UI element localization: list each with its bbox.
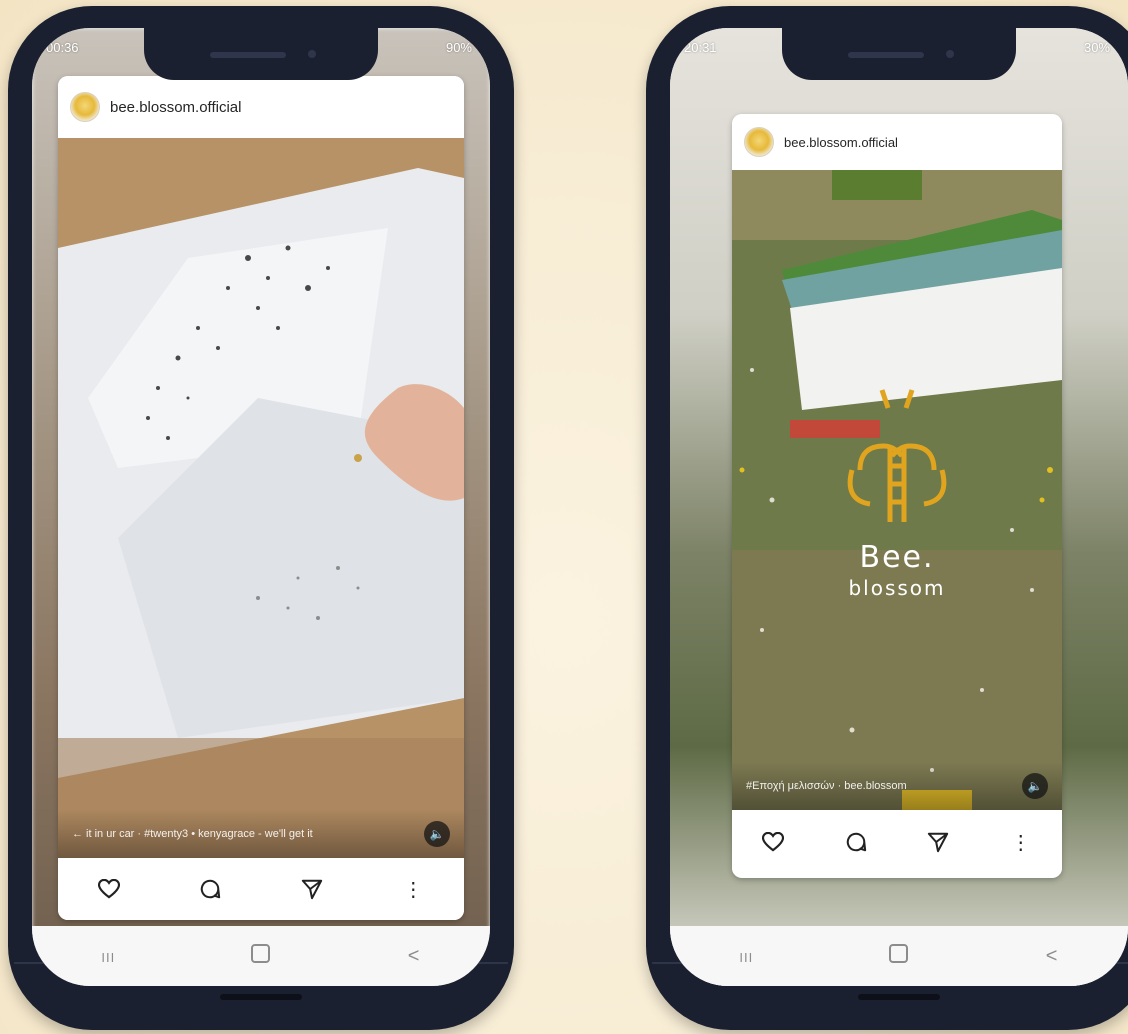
back-button[interactable]: < [394,945,434,968]
phone-left: 00:36 90% bee.blossom.official ← it in u… [8,6,514,1030]
back-button[interactable]: < [1032,945,1072,968]
share-icon [928,832,949,853]
notch [782,28,1016,80]
post-card: bee.blossom.official [732,114,1062,878]
username[interactable]: bee.blossom.official [784,135,898,150]
status-time: 20:31 [684,40,717,55]
music-text: #Εποχή μελισσών · bee.blossom [746,780,907,792]
phone-screen: 20:31 30% bee.blossom.official Bee. blos… [670,28,1128,986]
recents-icon: III [739,949,754,965]
status-battery: 90% [445,40,472,55]
share-icon [301,879,322,900]
android-navbar: III < [32,926,490,986]
recents-button[interactable]: III [88,945,128,968]
post-video[interactable]: ← it in ur car · #twenty3 • kenyagrace -… [58,138,464,858]
recents-icon: III [101,949,116,965]
share-button[interactable] [292,869,332,909]
share-button[interactable] [918,822,958,862]
music-attribution[interactable]: #Εποχή μελισσών · bee.blossom 🔈 [732,762,1062,810]
volume-button[interactable]: 🔈 [424,821,450,847]
bottom-speaker [220,994,302,1000]
comment-icon [201,879,221,899]
avatar[interactable] [744,127,774,157]
home-button[interactable] [241,943,281,969]
home-button[interactable] [879,943,919,969]
status-battery: 30% [1083,40,1110,55]
more-icon: ⋮ [403,878,424,901]
home-icon [889,943,909,963]
comment-button[interactable] [190,869,230,909]
volume-button[interactable]: 🔈 [1022,773,1048,799]
heart-icon [762,832,785,852]
username[interactable]: bee.blossom.official [110,99,241,116]
like-button[interactable] [753,822,793,862]
post-header: bee.blossom.official [58,76,464,138]
video-frame-illustration [732,170,1062,810]
music-attribution[interactable]: ← it in ur car · #twenty3 • kenyagrace -… [58,810,464,858]
more-options-button[interactable]: ⋮ [393,869,433,909]
bottom-speaker [858,994,940,1000]
brand-subtitle: blossom [848,576,946,600]
back-icon: < [1045,944,1058,967]
post-actions: ⋮ [58,858,464,920]
brand-title: Bee. [859,540,935,575]
video-frame-illustration [58,138,464,858]
more-options-button[interactable]: ⋮ [1001,822,1041,862]
volume-icon: 🔈 [429,827,445,841]
post-card: bee.blossom.official [58,76,464,920]
music-text: ← it in ur car · #twenty3 • kenyagrace -… [72,828,313,840]
volume-icon: 🔈 [1027,779,1043,793]
avatar[interactable] [70,92,100,122]
android-navbar: III < [670,926,1128,986]
home-icon [251,943,271,963]
back-icon: < [407,944,420,967]
recents-button[interactable]: III [726,945,766,968]
status-time: 00:36 [46,40,79,55]
more-icon: ⋮ [1010,831,1031,854]
heart-icon [97,879,120,899]
phone-right: 20:31 30% bee.blossom.official Bee. blos… [646,6,1128,1030]
post-video[interactable]: Bee. blossom #Εποχή μελισσών · bee.bloss… [732,170,1062,810]
notch [144,28,378,80]
post-actions: ⋮ [732,810,1062,874]
comment-icon [846,832,866,852]
phone-screen: 00:36 90% bee.blossom.official ← it in u… [32,28,490,986]
comment-button[interactable] [836,822,876,862]
like-button[interactable] [89,869,129,909]
post-header: bee.blossom.official [732,114,1062,170]
